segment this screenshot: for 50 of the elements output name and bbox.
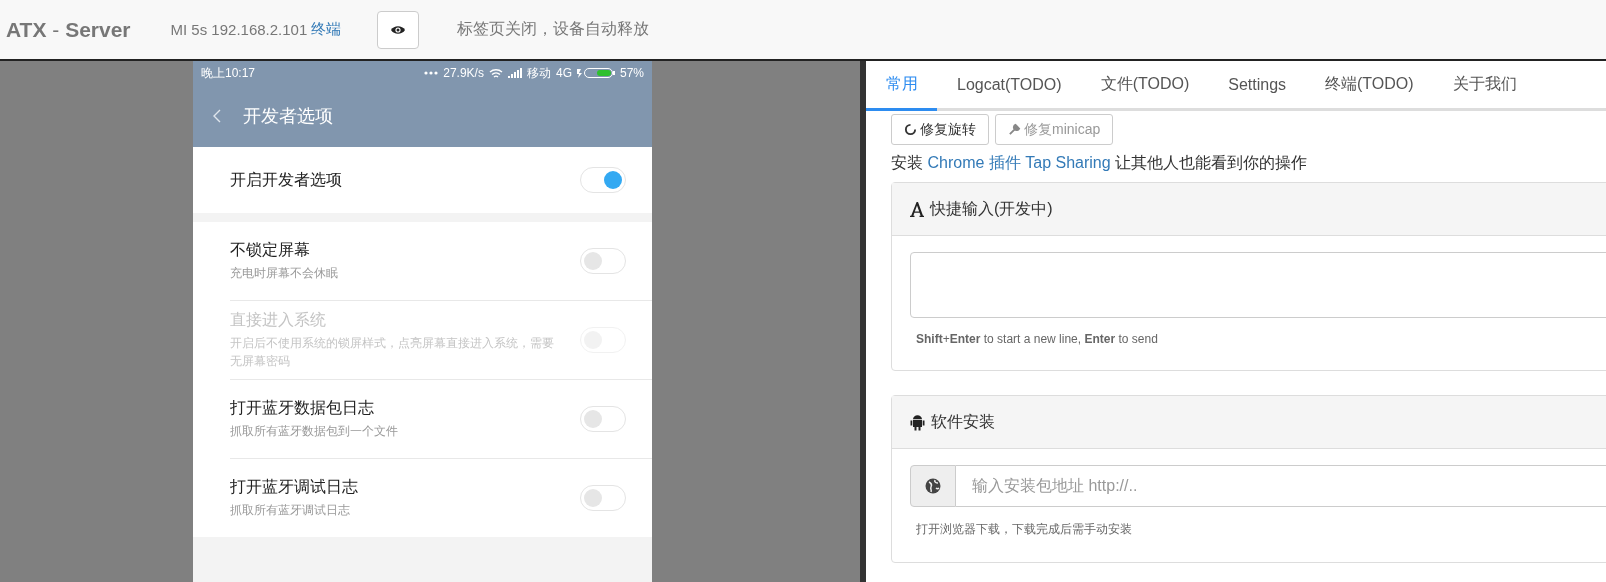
release-note: ，设备自动释放	[537, 19, 650, 39]
rotate-icon	[904, 123, 917, 136]
install-hint: 打开浏览器下载，下载完成后需手动安装	[916, 521, 1133, 538]
battery-percent: 57%	[619, 66, 644, 80]
panel-title: 快捷输入(开发中)	[930, 198, 1053, 219]
panel-title: 软件安装	[931, 411, 995, 432]
tab[interactable]: 关于我们	[1432, 61, 1536, 111]
toggle-switch[interactable]	[580, 406, 626, 432]
tab[interactable]: Settings	[1208, 61, 1306, 111]
wifi-icon	[488, 67, 503, 79]
app-title: ATX - Server	[6, 17, 131, 42]
setting-description: 抓取所有蓝牙数据包到一个文件	[230, 423, 399, 440]
screen-title: 开发者选项	[243, 105, 333, 128]
font-icon	[910, 201, 924, 217]
tab[interactable]: 文件(TODO)	[1080, 61, 1209, 111]
toggle-switch[interactable]	[580, 248, 626, 274]
tab-close-link[interactable]: 标签页关闭	[457, 19, 538, 40]
network-speed: 27.9K/s	[443, 66, 484, 80]
battery-icon	[576, 68, 615, 78]
setting-title: 打开蓝牙数据包日志	[230, 398, 375, 418]
eye-icon	[391, 24, 406, 35]
setting-title: 直接进入系统	[230, 310, 327, 330]
signal-icon	[507, 68, 522, 78]
setting-description: 充电时屏幕不会休眠	[230, 265, 339, 282]
tool-button[interactable]: 修复旋转	[891, 114, 989, 145]
terminal-link[interactable]: 终端	[307, 20, 342, 39]
setting-description: 抓取所有蓝牙调试日志	[230, 502, 351, 519]
back-icon[interactable]	[213, 109, 221, 123]
tab[interactable]: 常用	[866, 61, 937, 111]
carrier-name: 移动	[526, 64, 551, 82]
toggle-switch[interactable]	[580, 485, 626, 511]
globe-icon	[925, 478, 941, 494]
install-note: 安装 Chrome 插件 Tap Sharing 让其他人也能看到你的操作	[891, 153, 1309, 173]
plugin-link[interactable]: Chrome 插件 Tap Sharing	[927, 154, 1111, 171]
wrench-icon	[1008, 123, 1021, 136]
device-info: MI 5s 192.168.2.101	[170, 21, 308, 38]
package-url-field[interactable]: 输入安装包地址 http://..	[956, 465, 1606, 507]
android-icon	[910, 413, 925, 431]
tab[interactable]: Logcat(TODO)	[937, 61, 1081, 111]
more-dots-icon	[424, 71, 439, 75]
setting-title: 打开蓝牙调试日志	[230, 477, 359, 497]
text-input-field[interactable]	[910, 252, 1606, 318]
input-hint: Shift+Enter to start a new line, Enter to send	[916, 332, 1159, 346]
toggle-switch[interactable]	[580, 167, 626, 193]
setting-title: 不锁定屏幕	[230, 240, 311, 260]
tab[interactable]: 终端(TODO)	[1305, 61, 1433, 111]
setting-title: 开启开发者选项	[230, 169, 343, 190]
network-type: 4G	[555, 66, 572, 80]
status-time: 晚上10:17	[201, 64, 256, 82]
view-button[interactable]	[377, 10, 420, 49]
